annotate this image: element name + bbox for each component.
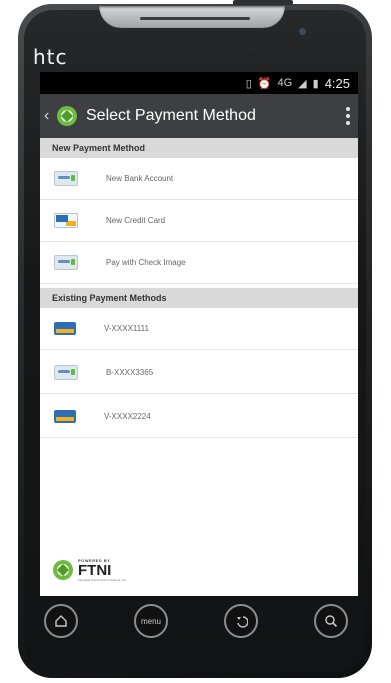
search-icon (325, 615, 338, 628)
payment-option-new-credit-card[interactable]: New Credit Card (40, 200, 358, 242)
screen: ▯ ⏰ 4G ◢ ▮ 4:25 ‹ Select Payment Method … (40, 72, 358, 596)
payment-method-bank-3365[interactable]: B-XXXX3365 (40, 352, 358, 394)
option-label: New Credit Card (106, 216, 166, 225)
payment-method-visa-2224[interactable]: V-XXXX2224 (40, 396, 358, 438)
status-bar: ▯ ⏰ 4G ◢ ▮ 4:25 (40, 72, 358, 94)
hardware-nav-bar: menu (26, 604, 366, 644)
echeck-icon (54, 171, 78, 186)
signal-icon: ◢ (298, 77, 307, 90)
section-header-existing: Existing Payment Methods (40, 288, 358, 308)
4g-icon: 4G (277, 77, 293, 89)
page-title: Select Payment Method (86, 107, 256, 124)
back-button[interactable] (224, 604, 258, 638)
method-label: V-XXXX1111 (104, 324, 149, 333)
payment-method-visa-1111[interactable]: V-XXXX1111 (40, 308, 358, 350)
visa-card-icon (54, 322, 76, 335)
search-button[interactable] (314, 604, 348, 638)
device-brand-logo: htc (33, 45, 68, 69)
method-label: B-XXXX3365 (106, 368, 154, 377)
battery-icon: ▮ (312, 77, 319, 90)
option-label: Pay with Check Image (106, 258, 186, 267)
echeck-icon (54, 365, 78, 380)
credit-cards-icon (54, 213, 78, 228)
visa-card-icon (54, 410, 76, 423)
home-button[interactable] (44, 604, 78, 638)
ftni-logo-icon (53, 560, 73, 580)
ftni-logo-icon[interactable] (56, 105, 78, 127)
power-button (233, 0, 293, 5)
back-chevron-icon[interactable]: ‹ (44, 107, 56, 125)
ftni-tagline: Financial Transmission Network, Inc. (78, 578, 127, 582)
ftni-brand-text: FTNI (78, 562, 112, 579)
action-bar: ‹ Select Payment Method (40, 94, 358, 138)
section-header-new: New Payment Method (40, 138, 358, 158)
option-label: New Bank Account (106, 174, 174, 183)
alarm-icon: ⏰ (257, 77, 272, 90)
payment-option-new-bank-account[interactable]: New Bank Account (40, 158, 358, 200)
powered-by-ftni-logo: POWERED BY FTNI Financial Transmission N… (52, 558, 127, 582)
status-time: 4:25 (324, 75, 350, 91)
vibrate-icon: ▯ (245, 77, 252, 90)
echeck-icon (54, 255, 78, 270)
menu-button[interactable]: menu (134, 604, 168, 638)
back-icon (237, 616, 248, 628)
front-camera (299, 28, 306, 35)
home-icon (55, 615, 67, 627)
payment-option-check-image[interactable]: Pay with Check Image (40, 242, 358, 284)
earpiece-slot (140, 17, 250, 20)
overflow-menu-icon[interactable] (338, 107, 358, 125)
method-label: V-XXXX2224 (104, 412, 151, 421)
